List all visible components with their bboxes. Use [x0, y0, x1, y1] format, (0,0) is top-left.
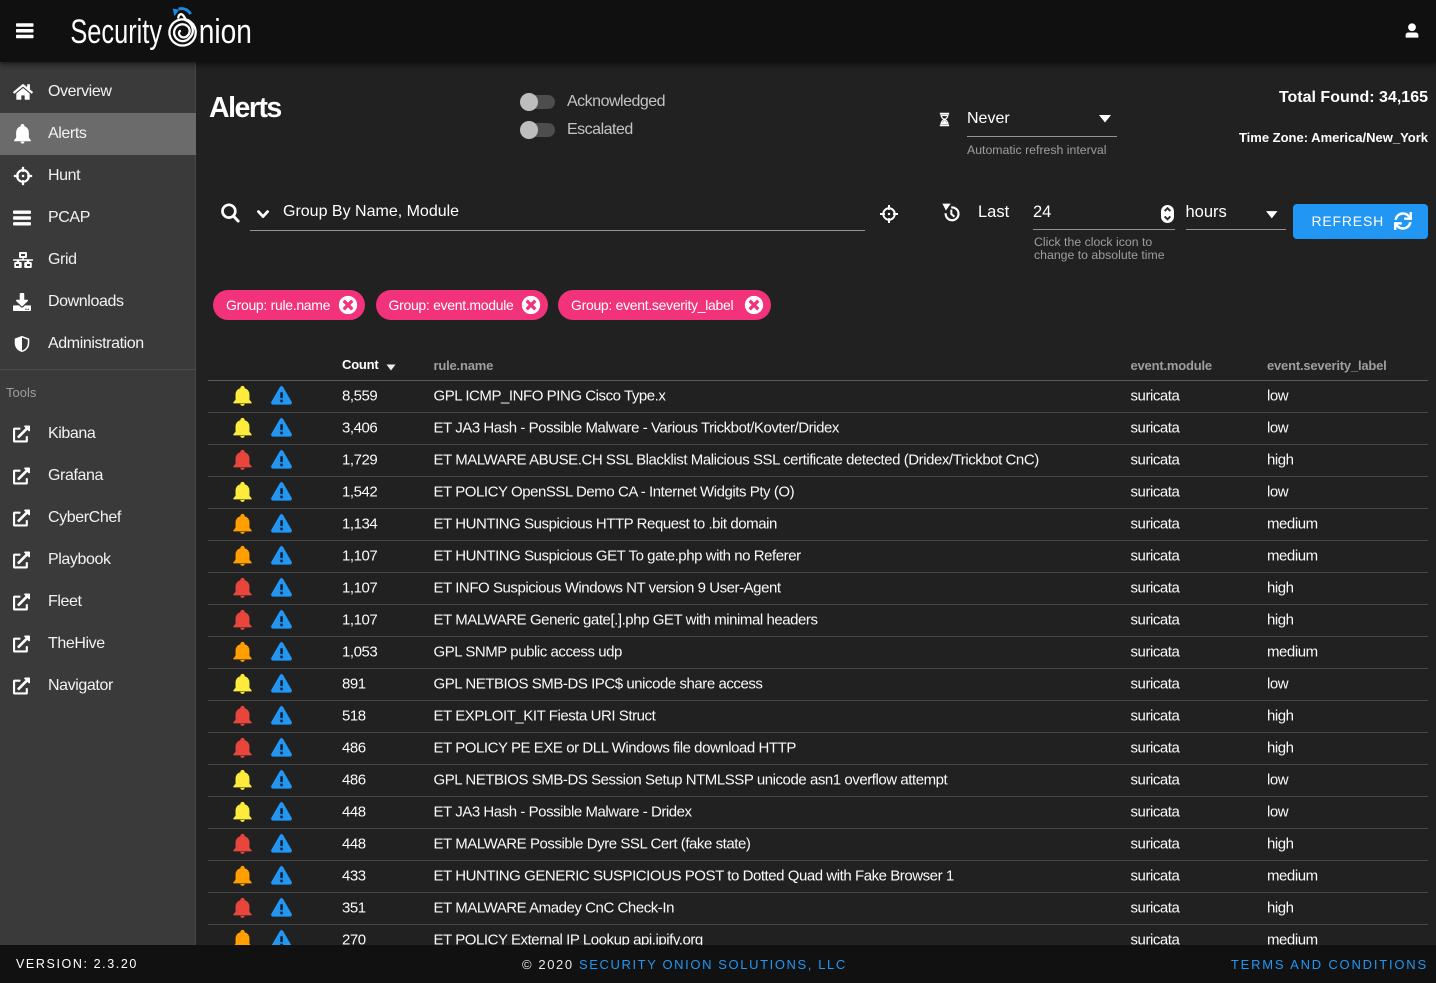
svg-text:nion: nion: [199, 13, 252, 51]
svg-text:Security: Security: [70, 14, 162, 51]
